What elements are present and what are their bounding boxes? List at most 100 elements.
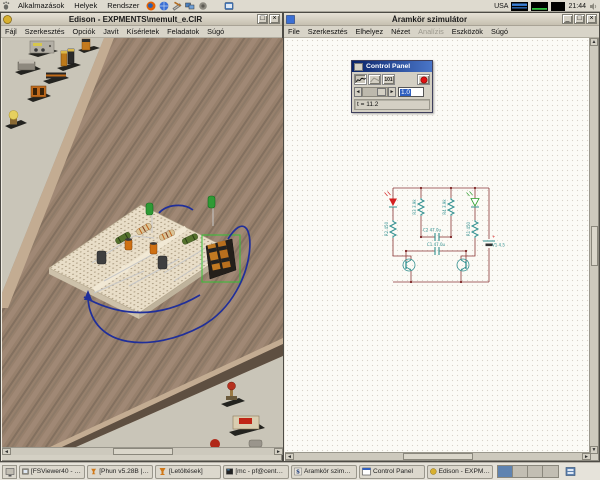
simulator-titlebar[interactable]: Áramkör szimulátor _ □ × <box>284 13 599 26</box>
workspace-1[interactable] <box>498 466 513 477</box>
graphics-icon[interactable] <box>171 0 182 11</box>
drawer-icon[interactable] <box>563 465 577 479</box>
edison-close-button[interactable]: × <box>269 14 280 24</box>
control-panel-toolbar: 101 <box>352 72 432 86</box>
led-green-1[interactable] <box>146 203 153 215</box>
label-r4: R4 3.9k <box>442 199 447 215</box>
task-edison[interactable]: Edison - EXPMENTS\... <box>427 465 493 479</box>
web-browser-icon[interactable] <box>158 0 169 11</box>
simulator-app-icon <box>286 15 295 24</box>
multivibrator-schematic[interactable]: R2 450 R3 3.9k R4 3.9k R1 450 C2 47.0u C… <box>383 180 508 292</box>
edison-window: Edison - EXPMENTS\memult_e.CIR □ × Fájl … <box>0 12 283 462</box>
sim-menu-tools[interactable]: Eszközök <box>448 27 487 36</box>
control-panel-titlebar[interactable]: Control Panel <box>352 61 432 72</box>
workspace-switcher[interactable] <box>497 465 559 478</box>
task-control-panel[interactable]: Control Panel <box>359 465 425 479</box>
applications-menu[interactable]: Alkalmazások <box>13 0 69 12</box>
edison-menu-file[interactable]: Fájl <box>1 27 21 36</box>
sim-menu-file[interactable]: File <box>284 27 304 36</box>
speed-scrollbar[interactable]: ◄ ► <box>354 87 396 97</box>
task-phun[interactable]: [Phun v5.28B | [orig... <box>87 465 153 479</box>
speed-left-icon[interactable]: ◄ <box>354 87 362 97</box>
scroll-up-icon[interactable]: ▲ <box>590 38 598 46</box>
speaker-icon[interactable] <box>589 2 598 11</box>
edison-menu-help[interactable]: Súgó <box>203 27 228 36</box>
edison-menu-experiments[interactable]: Kísérletek <box>123 27 163 36</box>
sim-menu-edit[interactable]: Szerkesztés <box>304 27 352 36</box>
simulator-vertical-scrollbar[interactable]: ▲ ▼ <box>589 38 598 454</box>
firefox-icon[interactable] <box>145 0 156 11</box>
control-panel-title: Control Panel <box>366 63 410 70</box>
sim-menu-view[interactable]: Nézet <box>387 27 414 36</box>
vscroll-thumb[interactable] <box>591 226 598 266</box>
analog-display-button[interactable] <box>354 74 367 85</box>
edison-menu-repair[interactable]: Javít <box>99 27 122 36</box>
edison-maximize-button[interactable]: □ <box>257 14 268 24</box>
hscroll-thumb[interactable] <box>403 453 473 460</box>
sim-menu-help[interactable]: Súgó <box>487 27 512 36</box>
led-green-2[interactable] <box>208 196 215 208</box>
sim-menu-place[interactable]: Elhelyez <box>352 27 388 36</box>
transistor-2[interactable] <box>158 256 167 269</box>
gnome-foot-icon[interactable] <box>1 0 12 11</box>
speed-track[interactable] <box>362 87 388 97</box>
edison-titlebar[interactable]: Edison - EXPMENTS\memult_e.CIR □ × <box>1 13 282 26</box>
places-menu[interactable]: Helyek <box>69 0 102 12</box>
oscilloscope-button[interactable] <box>368 74 381 85</box>
workspace-4[interactable] <box>543 466 558 477</box>
dual-screens-icon[interactable] <box>184 0 195 11</box>
digital-display-button[interactable]: 101 <box>382 74 395 85</box>
monitor-applet[interactable] <box>551 2 565 11</box>
scroll-left-icon[interactable]: ◄ <box>2 448 11 455</box>
edison-menu-options[interactable]: Opciók <box>69 27 100 36</box>
workspace-2[interactable] <box>513 466 528 477</box>
edison-app-icon <box>3 15 12 24</box>
edison-menu-edit[interactable]: Szerkesztés <box>21 27 69 36</box>
workspace-3[interactable] <box>528 466 543 477</box>
capacitor-2[interactable] <box>150 242 157 254</box>
clock[interactable]: 21:44 <box>568 3 586 10</box>
keyboard-layout-indicator[interactable]: USA <box>494 3 508 10</box>
speed-thumb[interactable] <box>377 88 386 96</box>
system-menu[interactable]: Rendszer <box>102 0 144 12</box>
volume-control-icon[interactable] <box>197 0 208 11</box>
edison-menubar: Fájl Szerkesztés Opciók Javít Kísérletek… <box>1 26 282 38</box>
transistor-1[interactable] <box>97 251 106 264</box>
capacitor-1[interactable] <box>125 238 132 250</box>
terminal-launcher-icon[interactable] <box>223 0 234 11</box>
shelf-grey-component[interactable] <box>249 440 262 447</box>
task-simulator[interactable]: S Áramkör szimulátor <box>291 465 357 479</box>
label-r3: R3 3.9k <box>412 199 417 215</box>
desktop: Alkalmazások Helyek Rendszer USA <box>0 0 600 480</box>
breadboard-scene[interactable] <box>2 38 283 447</box>
led-symbol-off[interactable] <box>467 192 480 208</box>
scroll-right-icon[interactable]: ► <box>274 448 283 455</box>
simulation-time-status: t = 11.2 <box>354 99 430 110</box>
simulator-minimize-button[interactable]: _ <box>562 14 573 24</box>
simulator-horizontal-scrollbar[interactable]: ◄ ► <box>285 452 591 460</box>
led-symbol-on[interactable] <box>385 192 398 208</box>
edison-horizontal-scrollbar[interactable]: ◄ ► <box>2 447 283 455</box>
schematic-canvas[interactable]: Control Panel 101 ◄ <box>285 38 591 454</box>
network-monitor-applet[interactable] <box>511 2 528 11</box>
control-panel-window[interactable]: Control Panel 101 ◄ <box>351 60 433 113</box>
task-mc-terminal[interactable]: [mc - pf@centos5.s... <box>223 465 289 479</box>
taskbar: [FSViewer40 - Fájlbö... [Phun v5.28B | [… <box>0 462 600 480</box>
scroll-down-icon[interactable]: ▼ <box>590 446 598 454</box>
simulator-maximize-button[interactable]: □ <box>574 14 585 24</box>
edison-menu-tasks[interactable]: Feladatok <box>163 27 203 36</box>
scroll-left-icon[interactable]: ◄ <box>285 453 294 460</box>
show-desktop-button[interactable] <box>2 465 17 479</box>
simulator-close-button[interactable]: × <box>586 14 597 24</box>
task-downloads[interactable]: [Letöltések] <box>155 465 221 479</box>
edison-3d-workbench[interactable]: ◄ ► <box>2 38 283 455</box>
speed-right-icon[interactable]: ► <box>388 87 396 97</box>
run-stop-button[interactable] <box>417 74 430 85</box>
control-panel-system-icon[interactable] <box>354 63 363 71</box>
task-fsviewer[interactable]: [FSViewer40 - Fájlbö... <box>19 465 85 479</box>
scroll-right-icon[interactable]: ► <box>582 453 591 460</box>
scroll-thumb[interactable] <box>113 448 173 455</box>
transistor-symbols[interactable] <box>403 259 469 271</box>
time-multiplier-field[interactable]: 1.0 <box>398 87 424 97</box>
cpu-monitor-applet[interactable] <box>531 2 548 11</box>
